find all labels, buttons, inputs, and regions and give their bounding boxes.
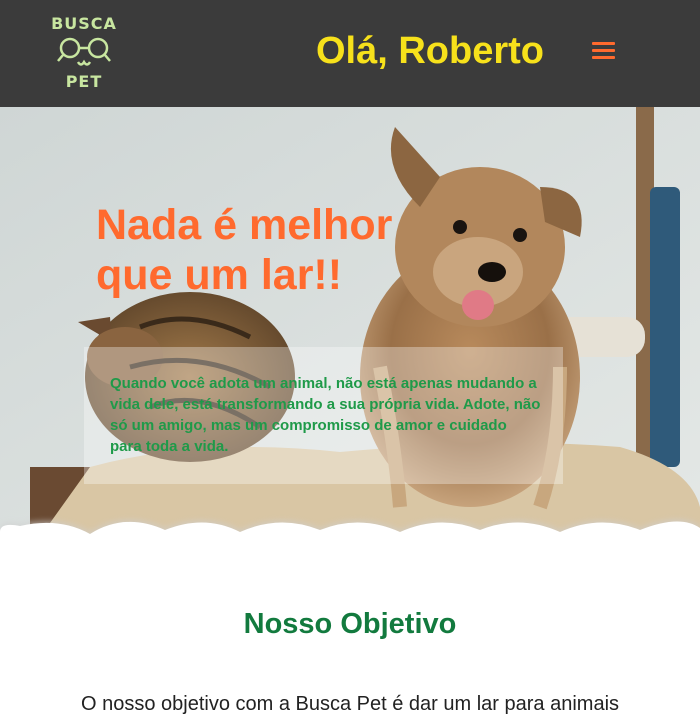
hero-title: Nada é melhor que um lar!! [96,200,416,300]
busca-pet-logo[interactable]: BUSCA PET [50,12,118,92]
logo-text-top: BUSCA [51,14,117,33]
objective-text: O nosso objetivo com a Busca Pet é dar u… [80,693,620,714]
logo-text-bottom: PET [65,72,103,91]
hero-title-line-1: Nada é melhor [96,201,393,249]
hero-text-card: Quando você adota um animal, não está ap… [84,347,563,484]
objective-title: Nosso Objetivo [243,608,457,640]
hero-banner: Nada é melhor que um lar!! Quando você a… [0,107,700,537]
wave-divider [0,519,700,540]
hero-title-line-2: que um lar!! [96,251,343,299]
magnifier-glasses-icon [57,37,111,66]
top-header: BUSCA PET Olá, Roberto [0,0,700,107]
hamburger-menu-icon[interactable] [590,40,618,62]
hero-description: Quando você adota um animal, não está ap… [110,375,541,455]
user-greeting: Olá, Roberto [316,30,545,72]
